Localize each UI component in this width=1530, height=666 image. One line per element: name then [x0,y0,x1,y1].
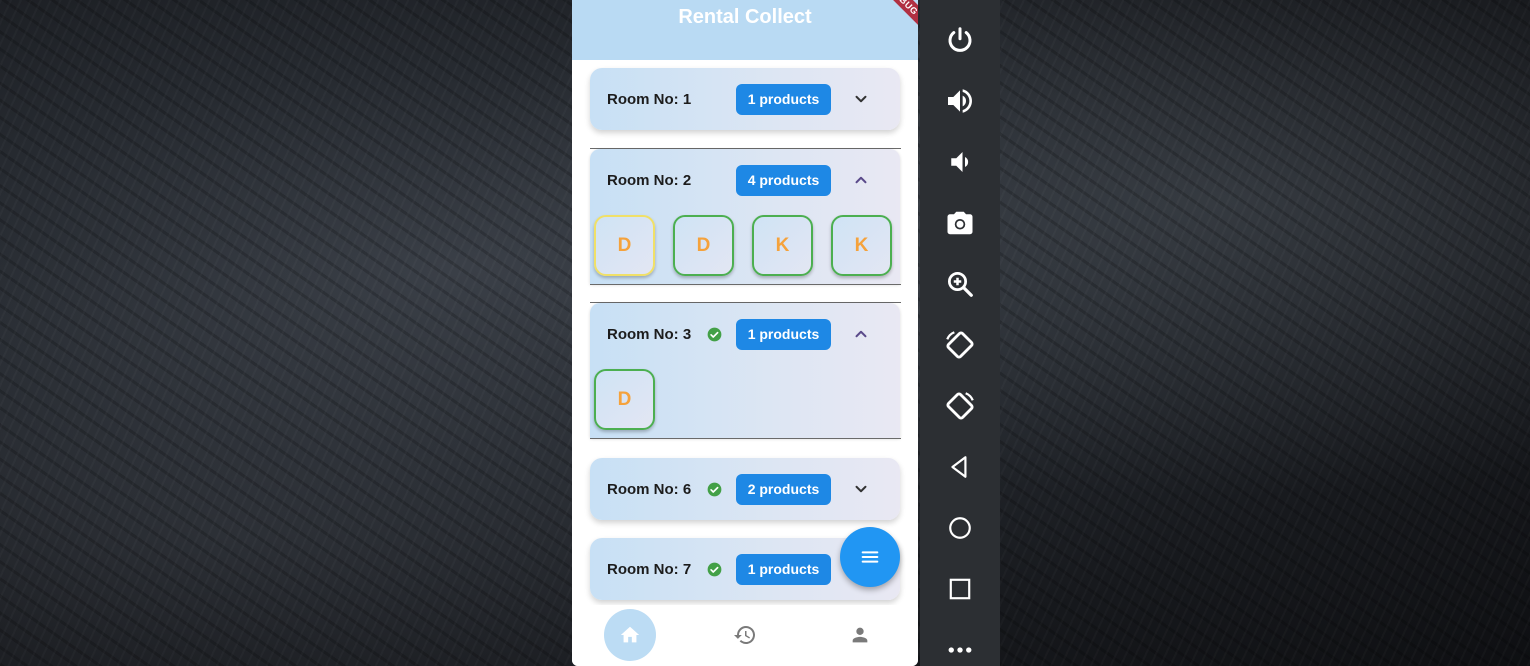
nav-profile[interactable] [834,609,886,661]
rotate-left-icon [946,331,974,359]
room-card-1[interactable]: Room No: 1 1 products [590,68,900,130]
divider [590,284,901,285]
zoom-in-icon [948,272,973,297]
nav-history[interactable] [719,609,771,661]
room-label: Room No: 1 [607,91,692,108]
chevron-down-icon[interactable] [852,480,870,498]
room-card-2[interactable]: Room No: 2 4 products D D K K [590,149,900,284]
room-label: Room No: 2 [607,172,692,189]
app-bar: Rental Collect DEBUG [572,0,918,60]
room-label: Room No: 6 [607,481,692,498]
room-card-6[interactable]: Room No: 6 2 products [590,458,900,520]
check-circle-icon [707,562,722,577]
rotate-left-button[interactable] [942,327,978,363]
product-chip[interactable]: D [594,215,655,276]
app-title: Rental Collect [678,6,812,28]
back-button[interactable] [942,449,978,485]
nav-home[interactable] [604,609,656,661]
chevron-down-icon[interactable] [852,90,870,108]
camera-icon [947,211,973,235]
room-card-header[interactable]: Room No: 6 2 products [590,458,900,520]
home-circle-icon [949,517,971,539]
volume-up-icon [948,89,972,113]
menu-fab[interactable] [840,527,900,587]
zoom-button[interactable] [942,266,978,302]
debug-banner: DEBUG [870,0,918,35]
products-badge: 1 products [736,554,831,585]
room-list[interactable]: Room No: 1 1 products Room No: 2 4 produ… [572,60,918,605]
product-chip[interactable]: K [831,215,892,276]
room-label: Room No: 7 [607,561,692,578]
product-chip[interactable]: K [752,215,813,276]
products-badge: 1 products [736,319,831,350]
home-icon [620,626,640,643]
overview-icon [949,578,971,600]
bottom-navigation [572,605,918,666]
product-chip[interactable]: D [673,215,734,276]
menu-icon [861,551,879,563]
more-button[interactable] [942,632,978,666]
screenshot-button[interactable] [942,205,978,241]
volume-down-button[interactable] [942,144,978,180]
room-card-3[interactable]: Room No: 3 1 products D [590,303,900,438]
overview-button[interactable] [942,571,978,607]
room-card-header[interactable]: Room No: 2 4 products [590,149,900,211]
check-circle-icon [707,482,722,497]
product-chip[interactable]: D [594,369,655,430]
room-card-header[interactable]: Room No: 3 1 products [590,303,900,365]
home-button[interactable] [942,510,978,546]
history-icon [734,626,755,644]
products-badge: 2 products [736,474,831,505]
divider [590,438,901,439]
person-icon [852,627,868,643]
emulator-toolbar [920,0,1000,666]
phone-screen: Rental Collect DEBUG Room No: 1 1 produc… [572,0,918,666]
power-icon [948,27,972,52]
rotate-right-button[interactable] [942,388,978,424]
chevron-up-icon[interactable] [852,325,870,343]
products-badge: 1 products [736,84,831,115]
volume-down-icon [951,152,969,172]
check-circle-icon [707,327,722,342]
products-badge: 4 products [736,165,831,196]
room-label: Room No: 3 [607,326,692,343]
power-button[interactable] [942,22,978,58]
room-card-header[interactable]: Room No: 1 1 products [590,68,900,130]
chevron-up-icon[interactable] [852,171,870,189]
rotate-right-icon [946,392,974,420]
volume-up-button[interactable] [942,83,978,119]
more-icon [948,647,972,653]
back-icon [951,456,967,478]
